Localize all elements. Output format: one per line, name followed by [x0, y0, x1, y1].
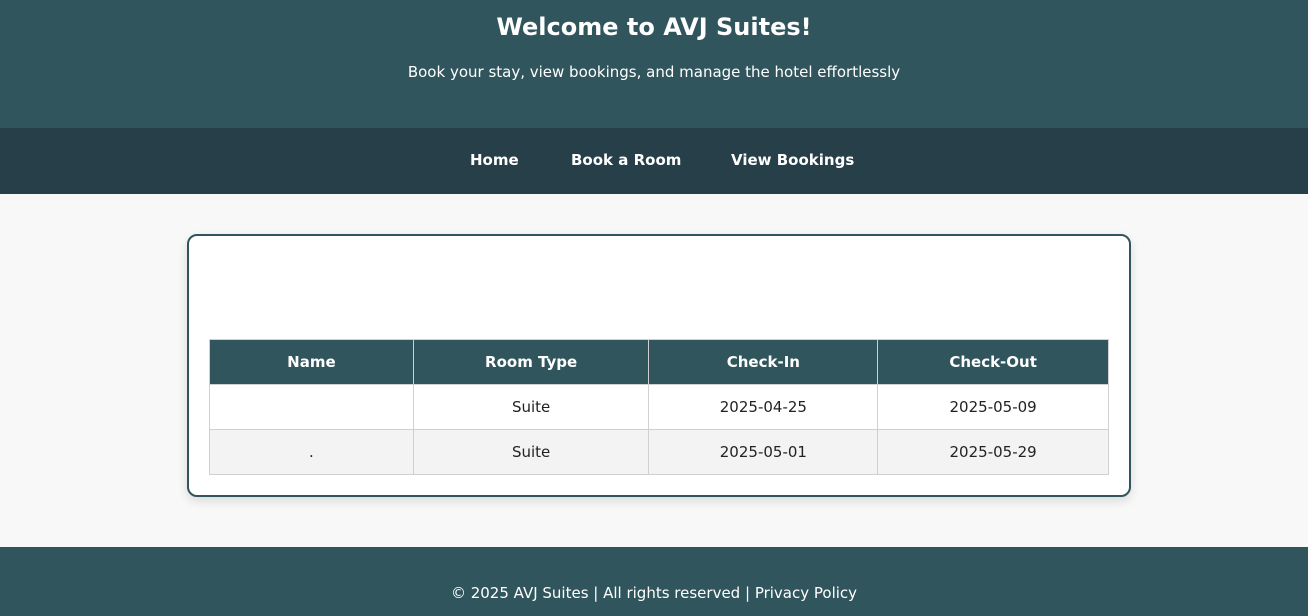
table-row: Suite 2025-04-25 2025-05-09 [209, 384, 1109, 430]
table-row: . Suite 2025-05-01 2025-05-29 [209, 429, 1109, 475]
nav-link-home[interactable]: Home [470, 150, 519, 170]
privacy-policy-link[interactable]: Privacy Policy [755, 584, 857, 602]
page-header: Welcome to AVJ Suites! Book your stay, v… [0, 0, 1308, 128]
bookings-table: Name Room Type Check-In Check-Out Suite … [209, 339, 1109, 475]
copyright-text: © 2025 AVJ Suites | All rights reserved … [450, 584, 751, 602]
column-header-name: Name [209, 339, 414, 385]
main-nav: Home Book a Room View Bookings [0, 128, 1308, 194]
page-title: Welcome to AVJ Suites! [496, 13, 812, 41]
cell-check-in: 2025-04-25 [648, 384, 879, 430]
cell-room-type: Suite [412, 429, 650, 475]
cell-name: . [209, 429, 414, 475]
cell-room-type: Suite [412, 384, 650, 430]
nav-link-view-bookings[interactable]: View Bookings [731, 150, 854, 170]
column-header-check-in: Check-In [648, 339, 879, 385]
bookings-card: Name Room Type Check-In Check-Out Suite … [187, 234, 1131, 497]
column-header-check-out: Check-Out [877, 339, 1109, 385]
table-header-row: Name Room Type Check-In Check-Out [209, 339, 1109, 385]
footer-text: © 2025 AVJ Suites | All rights reserved … [0, 583, 1308, 603]
page-footer: © 2025 AVJ Suites | All rights reserved … [0, 547, 1308, 616]
cell-check-in: 2025-05-01 [648, 429, 879, 475]
column-header-room-type: Room Type [412, 339, 650, 385]
cell-name [209, 384, 414, 430]
nav-link-book-a-room[interactable]: Book a Room [571, 150, 681, 170]
cell-check-out: 2025-05-29 [877, 429, 1109, 475]
cell-check-out: 2025-05-09 [877, 384, 1109, 430]
page-subtitle: Book your stay, view bookings, and manag… [407, 63, 901, 81]
